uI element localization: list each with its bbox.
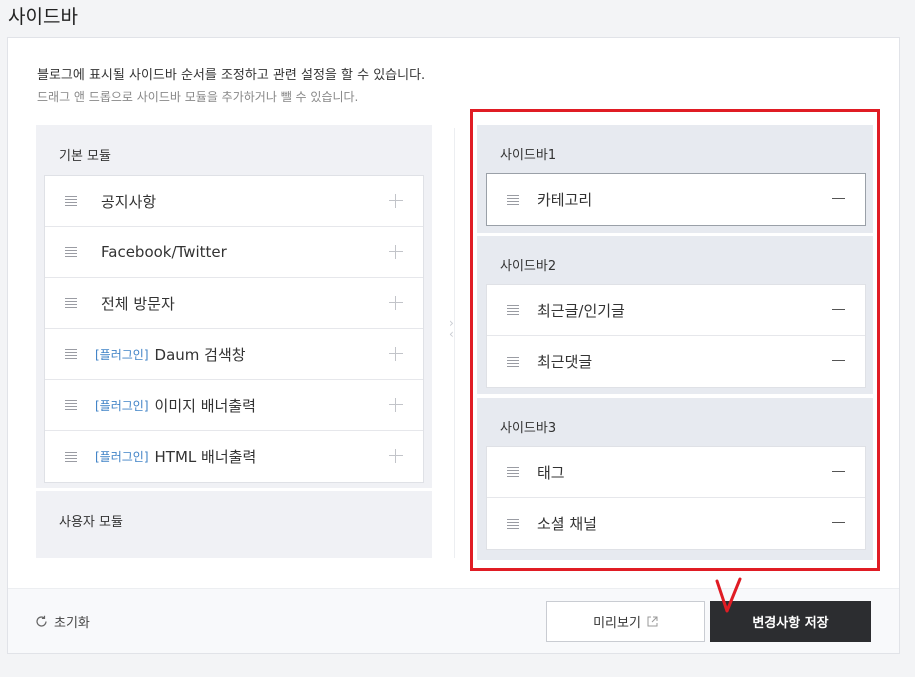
sidebar-item-recent-popular[interactable]: 최근글/인기글 — [487, 285, 865, 336]
drag-handle-icon[interactable] — [65, 298, 77, 308]
module-label: 공지사항 — [101, 192, 157, 211]
basic-modules-title: 기본 모듈 — [59, 149, 111, 164]
drag-handle-icon[interactable] — [65, 196, 77, 206]
module-label: 전체 방문자 — [101, 294, 175, 313]
module-item-image-banner[interactable]: [플러그인] 이미지 배너출력 — [45, 380, 423, 431]
minus-icon[interactable] — [832, 198, 845, 199]
plus-icon[interactable] — [389, 347, 403, 361]
drag-handle-icon[interactable] — [65, 247, 77, 257]
module-item-notice[interactable]: 공지사항 — [45, 176, 423, 227]
plugin-tag: [플러그인] — [95, 347, 149, 362]
description-main: 블로그에 표시될 사이드바 순서를 조정하고 관련 설정을 할 수 있습니다. — [37, 68, 426, 83]
plugin-tag: [플러그인] — [95, 450, 149, 464]
drag-handle-icon[interactable] — [65, 349, 77, 359]
plus-icon[interactable] — [389, 194, 403, 208]
user-modules-panel: 사용자 모듈 — [36, 491, 432, 558]
sidebar-1-list: 카테고리 — [486, 173, 866, 226]
module-label: HTML 배너출력 — [154, 448, 257, 466]
user-modules-title: 사용자 모듈 — [59, 515, 123, 530]
sidebar-3-list: 태그 소셜 채널 — [486, 446, 866, 550]
external-link-icon — [647, 616, 658, 627]
module-label: 최근댓글 — [537, 353, 593, 371]
column-divider — [454, 128, 455, 558]
preview-label: 미리보기 — [593, 616, 641, 631]
module-label: Daum 검색창 — [154, 345, 246, 364]
minus-icon[interactable] — [832, 471, 845, 472]
drag-handle-icon[interactable] — [65, 451, 77, 462]
save-label: 변경사항 저장 — [752, 616, 829, 631]
plus-icon[interactable] — [389, 245, 403, 259]
module-label: 카테고리 — [537, 191, 593, 209]
drag-handle-icon[interactable] — [507, 467, 519, 477]
module-item-html-banner[interactable]: [플러그인] HTML 배너출력 — [45, 431, 423, 482]
module-item-visitors[interactable]: 전체 방문자 — [45, 278, 423, 329]
sidebar-item-category[interactable]: 카테고리 — [487, 174, 865, 225]
module-label: 최근글/인기글 — [537, 301, 625, 320]
sidebar-2-list: 최근글/인기글 최근댓글 — [486, 284, 866, 388]
sidebar-item-tag[interactable]: 태그 — [487, 447, 865, 498]
reset-label: 초기화 — [54, 616, 90, 631]
plus-icon[interactable] — [389, 449, 403, 463]
module-label: Facebook/Twitter — [101, 243, 227, 261]
module-label: 이미지 배너출력 — [154, 396, 256, 415]
page-title: 사이드바 — [8, 6, 78, 28]
drag-handle-icon[interactable] — [65, 400, 77, 410]
minus-icon[interactable] — [832, 360, 845, 361]
drag-handle-icon[interactable] — [507, 194, 519, 205]
module-item-facebook-twitter[interactable]: Facebook/Twitter — [45, 227, 423, 278]
description-sub: 드래그 앤 드롭으로 사이드바 모듈을 추가하거나 뺄 수 있습니다. — [37, 90, 359, 104]
footer-bar: 초기화 미리보기 변경사항 저장 — [8, 577, 899, 653]
sidebar-item-recent-comments[interactable]: 최근댓글 — [487, 336, 865, 387]
basic-modules-panel: 기본 모듈 공지사항 Facebook/Twitter 전체 방문자 [플러그인… — [36, 125, 432, 488]
sidebar-group-1: 사이드바1 카테고리 — [477, 125, 873, 233]
module-label: 소셜 채널 — [537, 515, 597, 533]
plugin-tag: [플러그인] — [95, 398, 149, 413]
move-arrows-icon: › ‹ — [449, 316, 454, 341]
plus-icon[interactable] — [389, 398, 403, 412]
sidebar-settings-card: 블로그에 표시될 사이드바 순서를 조정하고 관련 설정을 할 수 있습니다. … — [7, 37, 900, 654]
sidebar-group-3: 사이드바3 태그 소셜 채널 — [477, 398, 873, 560]
reset-button[interactable]: 초기화 — [35, 612, 90, 631]
sidebar-title: 사이드바1 — [500, 148, 557, 163]
sidebar-title: 사이드바3 — [500, 421, 557, 436]
sidebar-title: 사이드바2 — [500, 259, 557, 274]
minus-icon[interactable] — [832, 522, 845, 523]
refresh-icon — [36, 615, 47, 627]
plus-icon[interactable] — [389, 296, 403, 310]
module-label: 태그 — [537, 463, 565, 482]
sidebar-item-social-channel[interactable]: 소셜 채널 — [487, 498, 865, 549]
minus-icon[interactable] — [832, 309, 845, 310]
basic-modules-list: 공지사항 Facebook/Twitter 전체 방문자 [플러그인] Daum… — [44, 175, 424, 483]
module-item-daum-search[interactable]: [플러그인] Daum 검색창 — [45, 329, 423, 380]
check-annotation-icon — [715, 577, 742, 613]
sidebar-columns-highlight: 사이드바1 카테고리 사이드바2 최근글/인기글 최근댓글 사이드바3 태그 소… — [470, 109, 880, 571]
drag-handle-icon[interactable] — [507, 305, 519, 315]
sidebar-group-2: 사이드바2 최근글/인기글 최근댓글 — [477, 236, 873, 394]
preview-button[interactable]: 미리보기 — [546, 601, 705, 642]
drag-handle-icon[interactable] — [507, 356, 519, 367]
drag-handle-icon[interactable] — [507, 518, 519, 529]
